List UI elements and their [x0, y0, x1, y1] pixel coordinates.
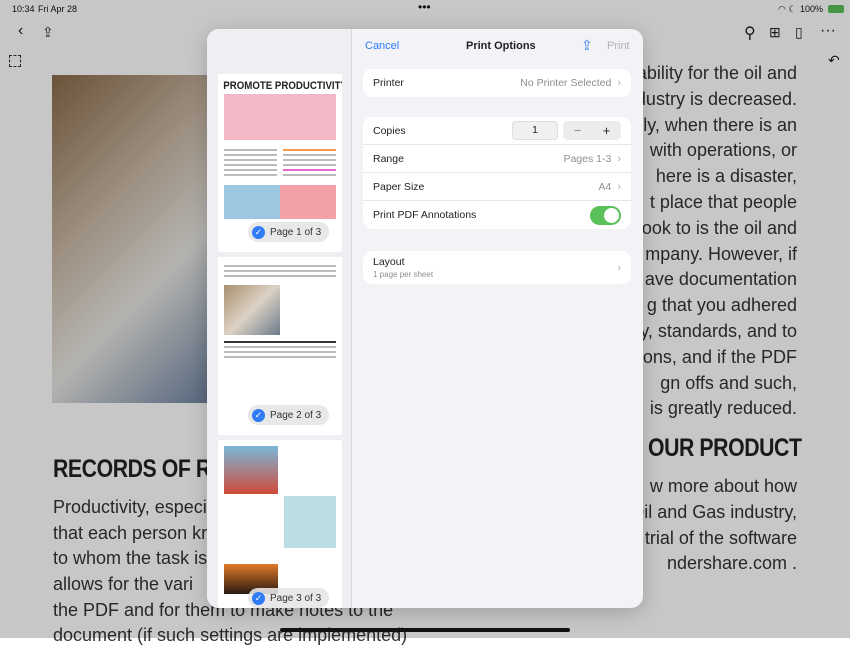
page-label: Page 2 of 3 [270, 409, 322, 421]
options-group: Copies 1− + Range Pages 1-3 › Paper Size A4 › … [363, 117, 631, 229]
copies-stepper: − + [563, 121, 621, 140]
printer-group: Printer No Printer Selected › [363, 69, 631, 97]
thumb-image [224, 446, 278, 494]
printer-value: No Printer Selected [520, 77, 612, 89]
printer-label: Printer [373, 77, 404, 89]
decrement-button[interactable]: − [563, 121, 592, 140]
chevron-right-icon: › [617, 261, 621, 274]
dialog-title: Print Options [466, 40, 536, 52]
checkmark-icon: ✓ [252, 225, 265, 239]
page-preview-list[interactable]: PROMOTE PRODUCTIVITY ✓ Page 1 of 3 ✓ Page … [207, 29, 352, 608]
thumb-image [224, 285, 280, 335]
layout-row[interactable]: Layout 1 page per sheet › [363, 251, 631, 284]
copies-input[interactable]: 1 [512, 121, 558, 140]
chevron-right-icon: › [617, 77, 621, 89]
page-badge: ✓ Page 3 of 3 [248, 588, 330, 608]
range-value: Pages 1-3 [563, 152, 612, 165]
chevron-right-icon: › [617, 152, 621, 165]
cancel-button[interactable]: Cancel [365, 40, 399, 52]
layout-group: Layout 1 page per sheet › [363, 251, 631, 284]
annotations-toggle[interactable] [590, 205, 621, 225]
page-badge: ✓ Page 2 of 3 [248, 405, 330, 425]
paper-size-label: Paper Size [373, 180, 425, 193]
increment-button[interactable]: + [592, 121, 621, 140]
paper-size-row[interactable]: Paper Size A4 › [363, 173, 631, 201]
checkmark-icon: ✓ [252, 408, 265, 422]
thumb-text [224, 146, 336, 179]
page-thumbnail-3[interactable]: ✓ Page 3 of 3 [218, 440, 342, 608]
page-thumbnail-1[interactable]: PROMOTE PRODUCTIVITY ✓ Page 1 of 3 [218, 74, 342, 252]
thumb-image [284, 496, 336, 548]
annotations-row: Print PDF Annotations [363, 201, 631, 229]
thumb-title: PROMOTE PRODUCTIVITY [223, 80, 342, 92]
copies-row: Copies 1− + [363, 117, 631, 145]
paper-size-value: A4 [598, 180, 612, 193]
thumb-image [224, 94, 336, 140]
range-row[interactable]: Range Pages 1-3 › [363, 145, 631, 173]
thumb-image [224, 185, 336, 219]
share-icon[interactable]: ⇪ [581, 37, 593, 54]
page-thumbnail-2[interactable]: ✓ Page 2 of 3 [218, 257, 342, 435]
print-options-dialog: PROMOTE PRODUCTIVITY ✓ Page 1 of 3 ✓ Page … [207, 29, 643, 608]
print-button[interactable]: Print [607, 40, 630, 52]
checkmark-icon: ✓ [252, 591, 265, 605]
copies-label: Copies [373, 124, 406, 137]
layout-label: Layout [373, 256, 405, 268]
home-indicator[interactable] [280, 628, 570, 632]
page-badge: ✓ Page 1 of 3 [248, 222, 330, 242]
annotations-label: Print PDF Annotations [373, 209, 477, 221]
chevron-right-icon: › [617, 180, 621, 193]
layout-subtitle: 1 page per sheet [373, 270, 434, 279]
page-label: Page 1 of 3 [270, 226, 322, 238]
printer-row[interactable]: Printer No Printer Selected › [363, 69, 631, 97]
range-label: Range [373, 152, 404, 165]
page-label: Page 3 of 3 [270, 592, 322, 604]
